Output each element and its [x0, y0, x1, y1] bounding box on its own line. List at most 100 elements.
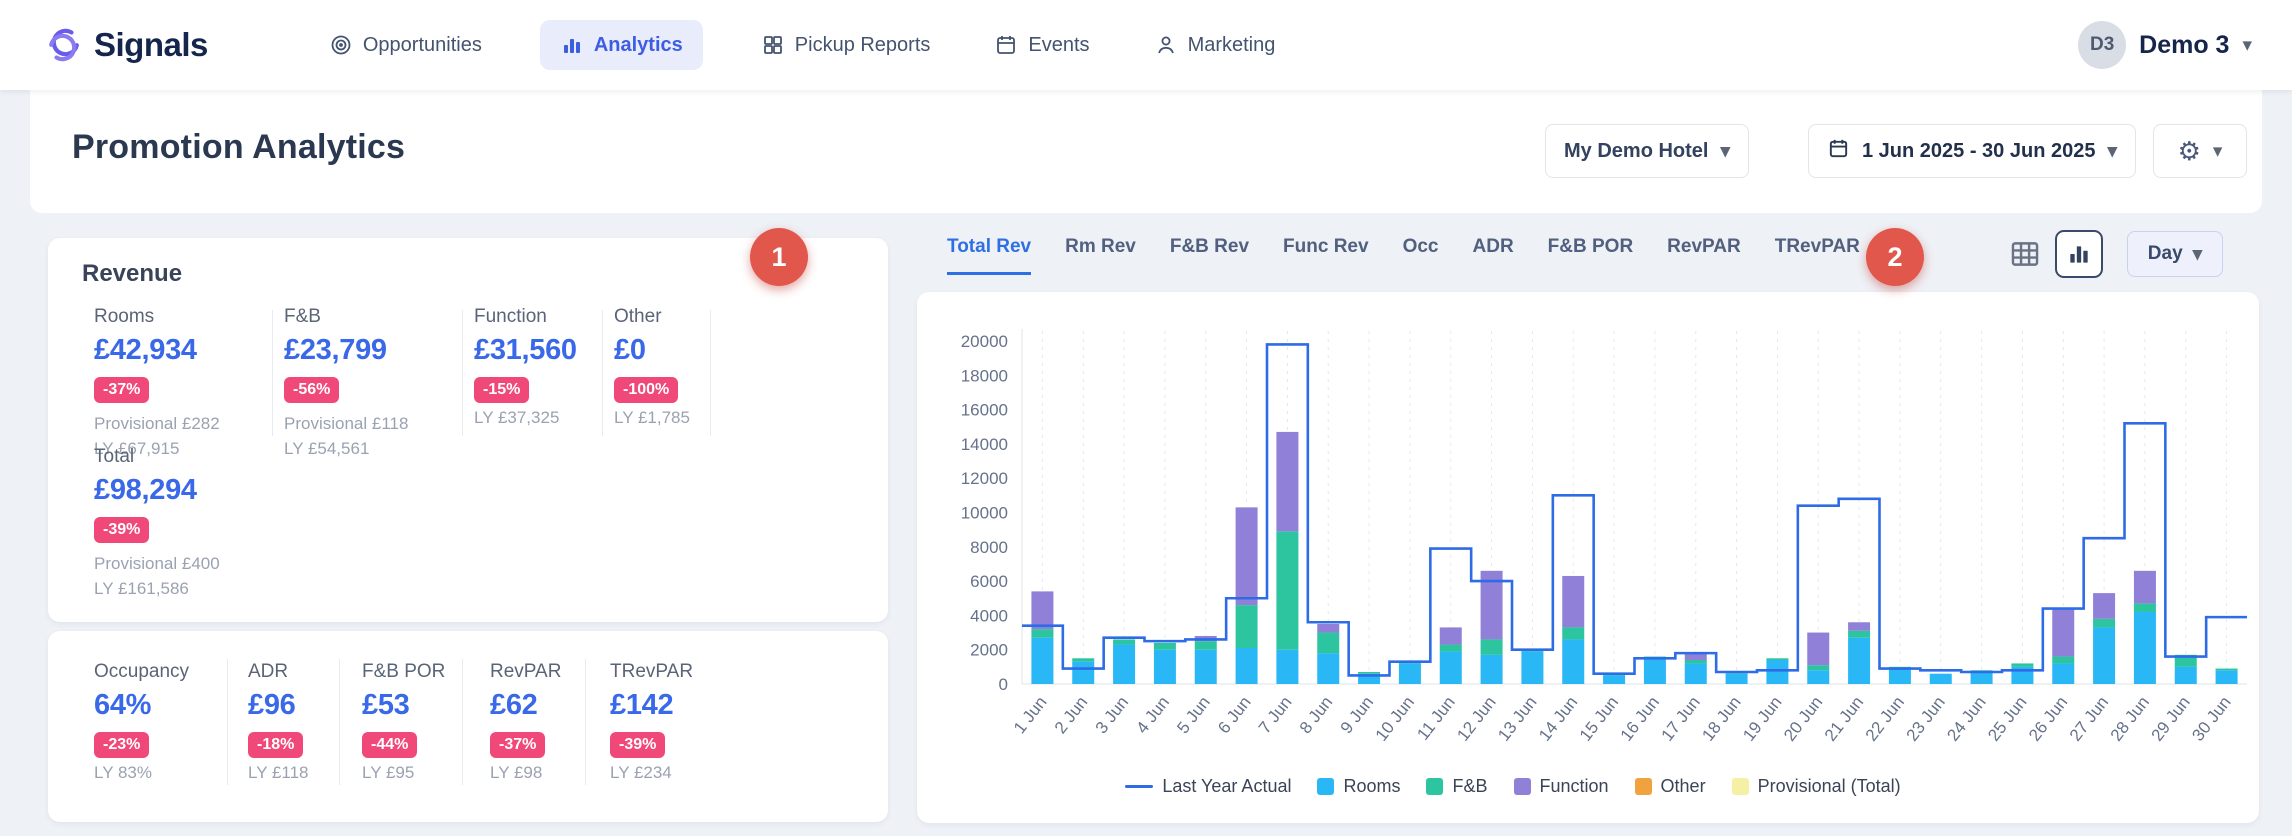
metric-value: £96: [248, 689, 309, 722]
chevron-down-icon: ▾: [2213, 142, 2223, 161]
legend-color-swatch: [1514, 778, 1531, 795]
nav-label: Analytics: [594, 34, 683, 57]
interval-value: Day: [2148, 243, 2183, 265]
legend-item[interactable]: Rooms: [1317, 776, 1400, 797]
nav-item-marketing[interactable]: Marketing: [1148, 20, 1282, 70]
tab-fnb-por[interactable]: F&B POR: [1548, 236, 1634, 275]
legend-label: F&B: [1452, 776, 1487, 797]
nav-item-pickup-reports[interactable]: Pickup Reports: [755, 20, 937, 70]
legend-item[interactable]: Other: [1635, 776, 1706, 797]
promotion-analytics-screen: Signals Opportunities Analytics P: [0, 0, 2292, 836]
provisional-value: Provisional £400: [94, 554, 220, 574]
svg-text:3 Jun: 3 Jun: [1092, 693, 1133, 737]
tab-func-rev[interactable]: Func Rev: [1283, 236, 1369, 275]
metric-value: £62: [490, 689, 561, 722]
metric-label: Total: [94, 446, 220, 468]
annotation-badge-1: 1: [750, 228, 808, 286]
date-range-picker[interactable]: 1 Jun 2025 - 30 Jun 2025 ▾: [1808, 124, 2136, 178]
kpi-column-fnb-por: F&B POR £53 -44% LY £95: [362, 661, 445, 783]
revenue-column-function: Function £31,560 -15% LY £37,325: [474, 306, 577, 428]
tab-adr[interactable]: ADR: [1473, 236, 1514, 275]
metric-label: ADR: [248, 661, 309, 683]
revenue-card-title: Revenue: [82, 260, 182, 288]
tab-occ[interactable]: Occ: [1403, 236, 1439, 275]
chevron-down-icon: ▾: [2193, 245, 2203, 264]
svg-text:16000: 16000: [961, 401, 1008, 420]
chevron-down-icon: ▾: [2107, 142, 2117, 161]
table-view-button[interactable]: [2008, 237, 2042, 271]
last-year-value: LY £1,785: [614, 408, 690, 428]
revenue-card: Revenue Rooms £42,934 -37% Provisional £…: [48, 238, 888, 622]
change-badge: -56%: [284, 377, 339, 403]
kpi-column-adr: ADR £96 -18% LY £118: [248, 661, 309, 783]
metric-label: Occupancy: [94, 661, 189, 683]
tab-fnb-rev[interactable]: F&B Rev: [1170, 236, 1249, 275]
last-year-value: LY £95: [362, 763, 445, 783]
brand-logo[interactable]: Signals: [44, 25, 208, 65]
last-year-value: LY 83%: [94, 763, 189, 783]
svg-text:5 Jun: 5 Jun: [1173, 693, 1214, 737]
nav-item-events[interactable]: Events: [988, 20, 1095, 70]
hotel-selector[interactable]: My Demo Hotel ▾: [1545, 124, 1749, 178]
svg-text:21 Jun: 21 Jun: [1821, 693, 1867, 745]
legend-line-swatch: [1125, 785, 1153, 788]
tab-revpar[interactable]: RevPAR: [1667, 236, 1741, 275]
change-badge: -37%: [490, 732, 545, 758]
chart-view-button[interactable]: [2055, 230, 2103, 278]
legend-item[interactable]: Provisional (Total): [1732, 776, 1901, 797]
change-badge: -18%: [248, 732, 303, 758]
change-badge: -39%: [94, 517, 149, 543]
svg-text:2000: 2000: [970, 641, 1008, 660]
bar-chart-icon: [560, 33, 584, 57]
divider: [585, 659, 586, 785]
revenue-column-rooms: Rooms £42,934 -37% Provisional £282 LY £…: [94, 306, 220, 459]
svg-text:14000: 14000: [961, 435, 1008, 454]
chart-legend: Last Year Actual Rooms F&B Function Other Pro…: [917, 776, 2259, 797]
divider: [462, 659, 463, 785]
nav-items: Opportunities Analytics Pickup Reports: [323, 20, 1282, 70]
legend-label: Other: [1661, 776, 1706, 797]
page-header: Promotion Analytics My Demo Hotel ▾ 1 Ju…: [30, 90, 2262, 213]
kpi-column-trevpar: TRevPAR £142 -39% LY £234: [610, 661, 693, 783]
tab-total-rev[interactable]: Total Rev: [947, 236, 1031, 275]
legend-label: Provisional (Total): [1758, 776, 1901, 797]
divider: [710, 310, 711, 436]
avatar: D3: [2078, 21, 2126, 69]
last-year-value: LY £161,586: [94, 579, 220, 599]
legend-item[interactable]: F&B: [1426, 776, 1487, 797]
svg-text:20 Jun: 20 Jun: [1780, 693, 1826, 745]
target-icon: [329, 33, 353, 57]
svg-text:30 Jun: 30 Jun: [2188, 693, 2234, 745]
top-navigation-bar: Signals Opportunities Analytics P: [0, 0, 2292, 90]
legend-item[interactable]: Last Year Actual: [1125, 776, 1291, 797]
divider: [339, 659, 340, 785]
metric-value: £53: [362, 689, 445, 722]
user-menu[interactable]: D3 Demo 3 ▾: [2078, 21, 2252, 69]
nav-label: Opportunities: [363, 34, 482, 57]
nav-item-opportunities[interactable]: Opportunities: [323, 20, 488, 70]
svg-text:20000: 20000: [961, 332, 1008, 351]
metric-label: F&B: [284, 306, 408, 328]
divider: [272, 310, 273, 436]
metric-label: F&B POR: [362, 661, 445, 683]
metric-label: Function: [474, 306, 577, 328]
nav-item-analytics[interactable]: Analytics: [540, 20, 703, 70]
tab-trevpar[interactable]: TRevPAR: [1775, 236, 1860, 275]
svg-text:23 Jun: 23 Jun: [1903, 693, 1949, 745]
hotel-selector-value: My Demo Hotel: [1564, 140, 1708, 163]
metric-value: £0: [614, 334, 690, 367]
svg-text:7 Jun: 7 Jun: [1255, 693, 1296, 737]
svg-text:8 Jun: 8 Jun: [1296, 693, 1337, 737]
tab-rm-rev[interactable]: Rm Rev: [1065, 236, 1136, 275]
change-badge: -37%: [94, 377, 149, 403]
legend-item[interactable]: Function: [1514, 776, 1609, 797]
settings-button[interactable]: ⚙ ▾: [2153, 124, 2247, 178]
metric-value: £142: [610, 689, 693, 722]
divider: [462, 310, 463, 436]
legend-label: Last Year Actual: [1162, 776, 1291, 797]
svg-text:10000: 10000: [961, 504, 1008, 523]
interval-select[interactable]: Day ▾: [2127, 231, 2223, 277]
chevron-down-icon: ▾: [1720, 142, 1730, 161]
last-year-value: LY £54,561: [284, 439, 408, 459]
svg-text:1 Jun: 1 Jun: [1010, 693, 1051, 737]
